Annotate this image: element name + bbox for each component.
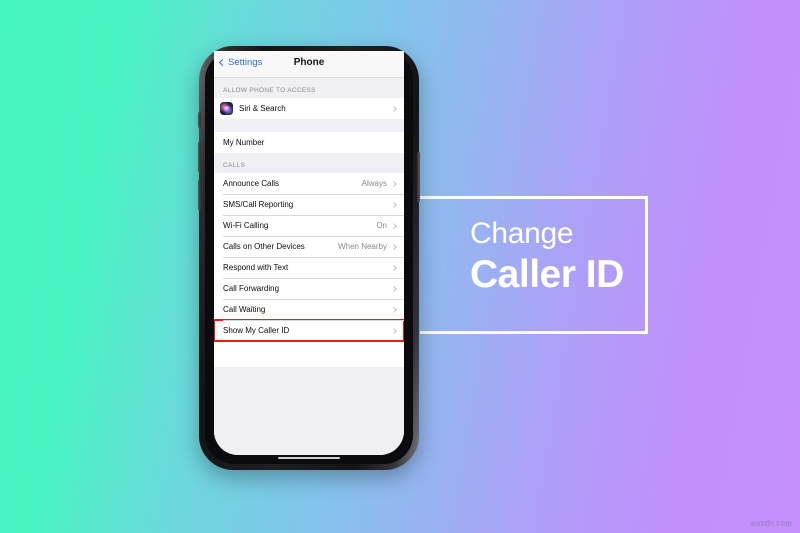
volume-up-button[interactable] (198, 142, 201, 172)
watermark: wsxdn.com (750, 519, 792, 528)
settings-row[interactable]: Call Forwarding (214, 278, 404, 299)
phone-body: Settings Phone ALLOW PHONE TO ACCESS Siri… (198, 46, 420, 470)
iphone-mockup: Settings Phone ALLOW PHONE TO ACCESS Siri… (198, 46, 420, 470)
settings-row-label: Call Forwarding (223, 284, 280, 293)
siri-icon (220, 102, 233, 115)
settings-row-label: Call Waiting (223, 305, 266, 314)
phone-screen: Settings Phone ALLOW PHONE TO ACCESS Siri… (214, 51, 404, 455)
settings-row-label: SMS/Call Reporting (223, 200, 294, 209)
settings-row-label: Siri & Search (239, 104, 286, 113)
settings-group: Announce Calls Always SMS/Call Reporting Wi… (214, 173, 404, 342)
chevron-right-icon (391, 327, 397, 334)
settings-row-label: Announce Calls (223, 179, 280, 188)
settings-row-label: My Number (223, 138, 265, 147)
home-indicator (278, 456, 340, 459)
settings-row[interactable]: My Number (214, 132, 404, 153)
chevron-right-icon (391, 180, 397, 187)
settings-row-label: Respond with Text (223, 263, 289, 272)
caption-line-2: Caller ID (470, 253, 624, 297)
section-header: CALLS (223, 162, 246, 169)
chevron-right-icon (391, 222, 397, 229)
section-header: ALLOW PHONE TO ACCESS (223, 87, 316, 94)
settings-row-label: Wi-Fi Calling (223, 221, 269, 230)
chevron-right-icon (391, 105, 397, 112)
navigation-bar: Settings Phone (214, 51, 404, 78)
chevron-right-icon (391, 243, 397, 250)
settings-row[interactable]: Wi-Fi Calling On (214, 215, 404, 236)
settings-row-label: Calls on Other Devices (223, 242, 305, 251)
settings-row-value: On (376, 221, 387, 230)
settings-row[interactable]: Siri & Search (214, 98, 404, 119)
settings-row[interactable]: Call Waiting (214, 299, 404, 320)
power-button[interactable] (417, 152, 420, 202)
settings-row[interactable]: Respond with Text (214, 257, 404, 278)
settings-row-highlighted[interactable]: Show My Caller ID (214, 319, 404, 342)
chevron-right-icon (391, 306, 397, 313)
settings-row-label: Show My Caller ID (223, 326, 290, 335)
chevron-right-icon (391, 285, 397, 292)
settings-row[interactable]: SMS/Call Reporting (214, 194, 404, 215)
settings-group: My Number (214, 132, 404, 153)
volume-down-button[interactable] (198, 180, 201, 210)
caption-line-1: Change (470, 217, 574, 250)
page-title: Phone (293, 57, 325, 68)
settings-row-value: When Nearby (338, 242, 387, 251)
chevron-right-icon (391, 264, 397, 271)
settings-row-value: Always (361, 179, 387, 188)
settings-list[interactable]: ALLOW PHONE TO ACCESS Siri & Search My Num… (214, 78, 404, 455)
mute-switch-button[interactable] (198, 112, 201, 128)
chevron-right-icon (391, 201, 397, 208)
settings-row[interactable]: Calls on Other Devices When Nearby (214, 236, 404, 257)
caption-text: Change Caller ID (470, 217, 720, 297)
list-bottom-fill (214, 341, 404, 367)
section-spacer (214, 119, 404, 132)
settings-group: Siri & Search (214, 98, 404, 119)
settings-row[interactable]: Announce Calls Always (214, 173, 404, 194)
phone-bezel: Settings Phone ALLOW PHONE TO ACCESS Siri… (205, 51, 413, 464)
